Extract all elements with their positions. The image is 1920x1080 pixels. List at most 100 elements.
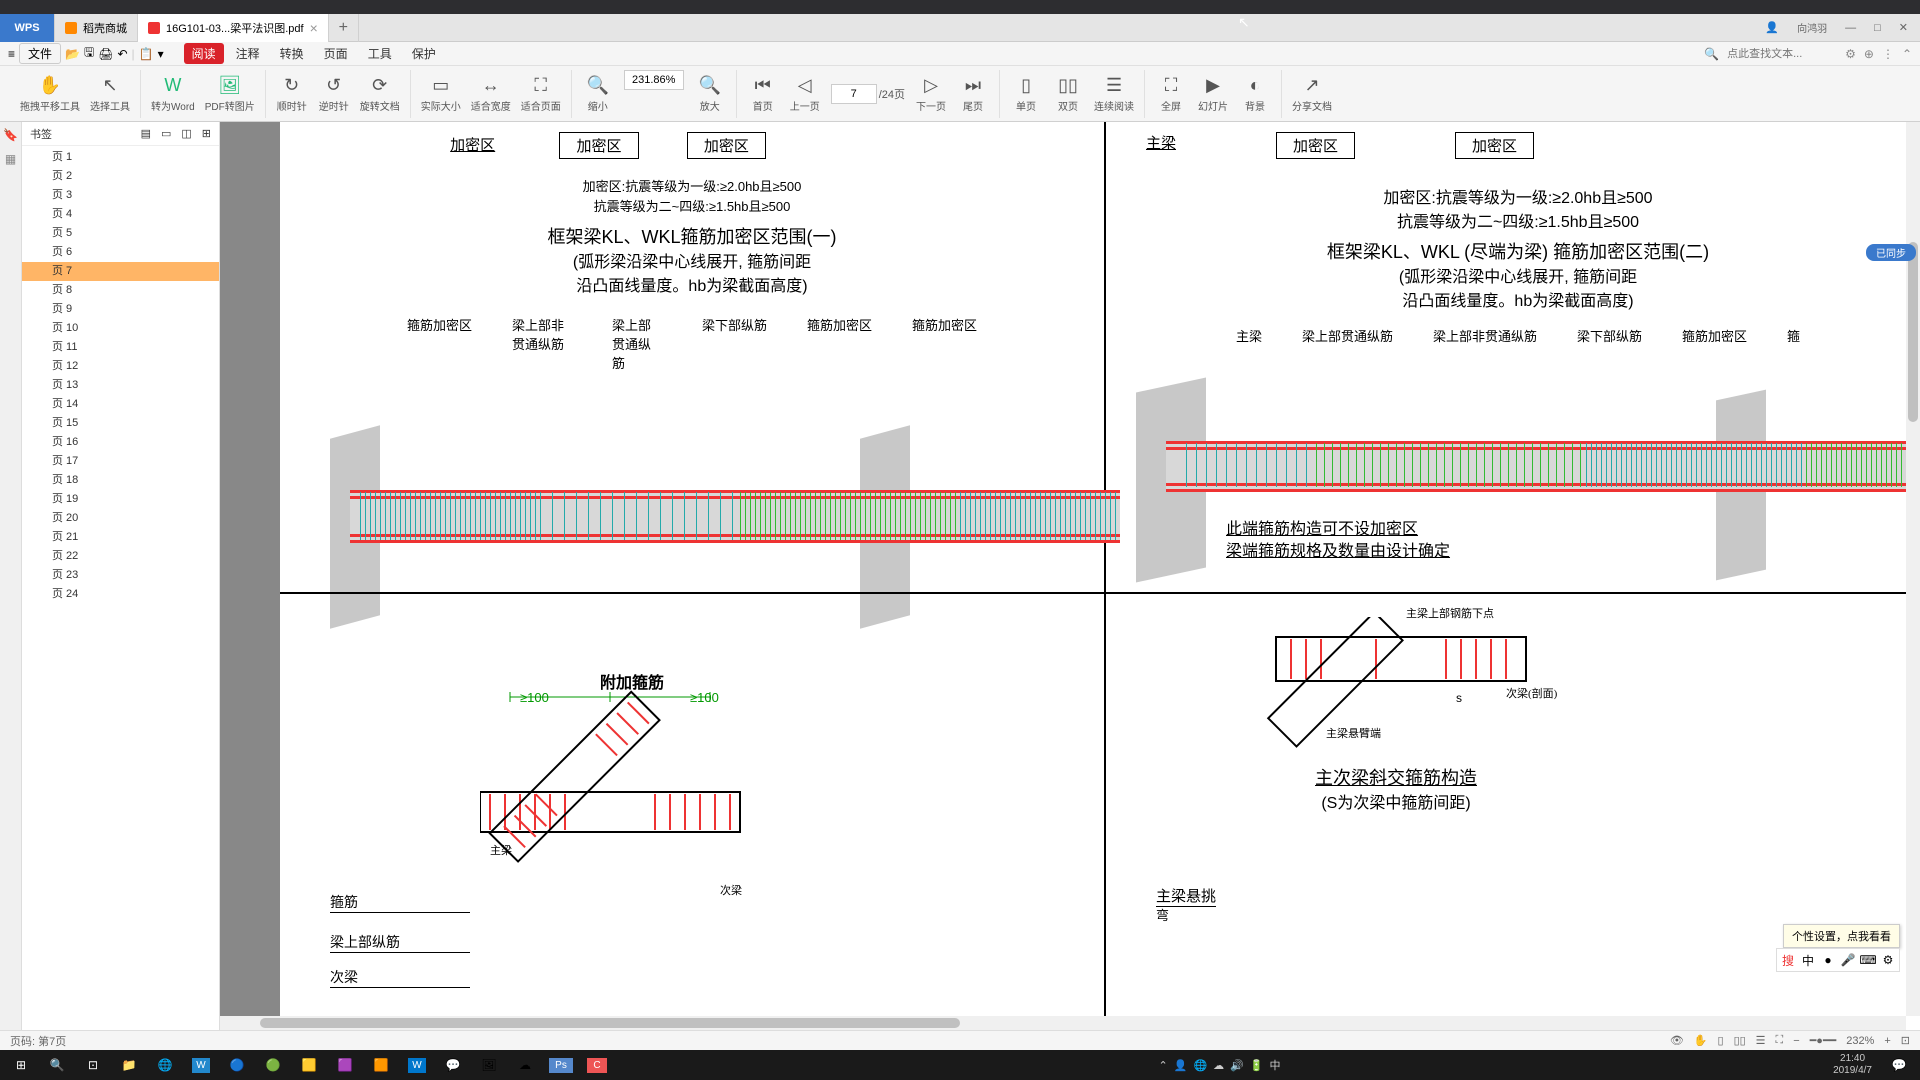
minimize-icon[interactable]: — xyxy=(1845,22,1856,34)
bm-tool4-icon[interactable]: ⊞ xyxy=(202,127,211,140)
menu-convert[interactable]: 转换 xyxy=(272,43,312,64)
task-app-7[interactable]: 🟧 xyxy=(364,1051,398,1079)
menu-undo-icon[interactable]: ↶ xyxy=(117,47,127,61)
task-search[interactable]: 🔍 xyxy=(40,1051,74,1079)
status-zoom-slider[interactable]: ━●━━ xyxy=(1810,1034,1837,1047)
tool-zoom-in[interactable]: 🔍放大 xyxy=(694,70,726,118)
bookmark-page-6[interactable]: 页 6 xyxy=(22,243,219,262)
menu-tools[interactable]: 工具 xyxy=(360,43,400,64)
bookmark-page-18[interactable]: 页 18 xyxy=(22,471,219,490)
document-viewport[interactable]: 加密区 加密区 加密区 加密区:抗震等级为一级:≥2.0hb且≥500 抗震等级… xyxy=(220,122,1920,1030)
bm-tool3-icon[interactable]: ◫ xyxy=(181,127,191,140)
tool-rotate-doc[interactable]: ⟳旋转文档 xyxy=(360,70,400,118)
tool-zoom-out[interactable]: 🔍缩小 xyxy=(582,70,614,118)
bookmark-page-9[interactable]: 页 9 xyxy=(22,300,219,319)
scrollbar-horizontal[interactable] xyxy=(220,1016,1906,1030)
tool-fit-p[interactable]: ⛶适合页面 xyxy=(521,70,561,118)
tool-fit-w[interactable]: ↔适合宽度 xyxy=(471,70,511,118)
menu-dropdown-icon[interactable]: ▾ xyxy=(158,47,164,61)
menu-read[interactable]: 阅读 xyxy=(184,43,224,64)
tab-add[interactable]: + xyxy=(329,14,359,42)
page-input[interactable] xyxy=(831,84,877,104)
tool-last[interactable]: ⏭尾页 xyxy=(957,70,989,118)
tool-single[interactable]: ▯单页 xyxy=(1010,70,1042,118)
menu-annotate[interactable]: 注释 xyxy=(228,43,268,64)
bookmark-page-2[interactable]: 页 2 xyxy=(22,167,219,186)
tray-bat-icon[interactable]: 🔋 xyxy=(1250,1059,1264,1072)
status-hand-icon[interactable]: ✋ xyxy=(1694,1034,1708,1047)
tool-fullscreen[interactable]: ⛶全屏 xyxy=(1155,70,1187,118)
tool-rotate-cw[interactable]: ↻顺时针 xyxy=(276,70,308,118)
task-view[interactable]: ⊡ xyxy=(76,1051,110,1079)
tab-store[interactable]: 稻壳商城 xyxy=(55,14,138,42)
bookmark-page-1[interactable]: 页 1 xyxy=(22,148,219,167)
taskbar-clock[interactable]: 21:40 2019/4/7 xyxy=(1825,1053,1880,1077)
user-icon[interactable]: 👤 xyxy=(1765,21,1779,34)
status-view3-icon[interactable]: ☰ xyxy=(1756,1034,1766,1047)
scroll-thumb-v[interactable] xyxy=(1908,242,1918,422)
task-app-1[interactable]: 🌐 xyxy=(148,1051,182,1079)
bookmark-page-21[interactable]: 页 21 xyxy=(22,528,219,547)
bookmark-page-15[interactable]: 页 15 xyxy=(22,414,219,433)
zoom-input[interactable] xyxy=(624,70,684,90)
float-punct-icon[interactable]: ● xyxy=(1820,952,1836,968)
float-mic-icon[interactable]: 🎤 xyxy=(1840,952,1856,968)
task-app-5[interactable]: 🟨 xyxy=(292,1051,326,1079)
task-app-4[interactable]: 🟢 xyxy=(256,1051,290,1079)
tool-to-img[interactable]: 🖼PDF转图片 xyxy=(205,70,255,118)
bookmark-page-4[interactable]: 页 4 xyxy=(22,205,219,224)
bookmark-page-5[interactable]: 页 5 xyxy=(22,224,219,243)
task-app-3[interactable]: 🔵 xyxy=(220,1051,254,1079)
task-app-9[interactable]: 💬 xyxy=(436,1051,470,1079)
task-app-6[interactable]: 🟪 xyxy=(328,1051,362,1079)
tool-slideshow[interactable]: ▶幻灯片 xyxy=(1197,70,1229,118)
menu-page[interactable]: 页面 xyxy=(316,43,356,64)
tool-continuous[interactable]: ☰连续阅读 xyxy=(1094,70,1134,118)
status-fit-icon[interactable]: ⊡ xyxy=(1901,1034,1910,1047)
task-app-11[interactable]: ☁ xyxy=(508,1051,542,1079)
menu-hamburger-icon[interactable]: ≡ xyxy=(8,47,15,61)
task-app-12[interactable]: Ps xyxy=(544,1051,578,1079)
bookmark-page-7[interactable]: 页 7 xyxy=(22,262,219,281)
tab-wps[interactable]: WPS xyxy=(0,14,55,42)
float-set-icon[interactable]: ⚙ xyxy=(1880,952,1896,968)
bookmark-page-20[interactable]: 页 20 xyxy=(22,509,219,528)
collapse-icon[interactable]: ⌃ xyxy=(1902,47,1912,61)
menu-print-icon[interactable]: 🖨 xyxy=(98,47,113,61)
task-app-8[interactable]: W xyxy=(400,1051,434,1079)
bookmark-page-19[interactable]: 页 19 xyxy=(22,490,219,509)
tray-up-icon[interactable]: ⌃ xyxy=(1159,1059,1168,1072)
float-tooltip[interactable]: 个性设置，点我看看 xyxy=(1783,924,1900,948)
status-view2-icon[interactable]: ▯▯ xyxy=(1734,1034,1746,1047)
thumbnails-icon[interactable]: ▦ xyxy=(5,152,16,166)
tab-document[interactable]: 16G101-03...梁平法识图.pdf × xyxy=(138,14,329,42)
tray-cloud-icon[interactable]: ☁ xyxy=(1213,1059,1224,1072)
tray-people-icon[interactable]: 👤 xyxy=(1174,1059,1188,1072)
status-zoom-in-icon[interactable]: + xyxy=(1884,1035,1890,1047)
float-kb-icon[interactable]: ⌨ xyxy=(1860,952,1876,968)
menu-save-icon[interactable]: 🖫 xyxy=(84,43,94,64)
bookmark-page-14[interactable]: 页 14 xyxy=(22,395,219,414)
float-cn-icon[interactable]: 中 xyxy=(1800,952,1816,968)
scroll-thumb-h[interactable] xyxy=(260,1018,960,1028)
tab-close-icon[interactable]: × xyxy=(310,20,318,36)
status-eye-icon[interactable]: 👁 xyxy=(1670,1034,1684,1047)
maximize-icon[interactable]: □ xyxy=(1874,22,1881,34)
tool-select[interactable]: ↖选择工具 xyxy=(90,70,130,118)
sync-badge[interactable]: 已同步 xyxy=(1866,244,1916,261)
status-view1-icon[interactable]: ▯ xyxy=(1718,1034,1724,1047)
tool-to-word[interactable]: W转为Word xyxy=(151,70,195,118)
tray-net-icon[interactable]: 🌐 xyxy=(1193,1059,1207,1072)
menu-file[interactable]: 文件 xyxy=(19,43,61,64)
tool-hand[interactable]: ✋拖拽平移工具 xyxy=(20,70,80,118)
close-icon[interactable]: ✕ xyxy=(1899,21,1908,34)
tool-first[interactable]: ⏮首页 xyxy=(747,70,779,118)
start-button[interactable]: ⊞ xyxy=(4,1051,38,1079)
menu-open-icon[interactable]: 📂 xyxy=(65,47,80,61)
tray-ime-icon[interactable]: 中 xyxy=(1270,1057,1281,1073)
bookmark-page-3[interactable]: 页 3 xyxy=(22,186,219,205)
bookmark-page-10[interactable]: 页 10 xyxy=(22,319,219,338)
more-icon[interactable]: ⋮ xyxy=(1882,47,1894,61)
bookmark-page-22[interactable]: 页 22 xyxy=(22,547,219,566)
tool-next[interactable]: ▷下一页 xyxy=(915,70,947,118)
